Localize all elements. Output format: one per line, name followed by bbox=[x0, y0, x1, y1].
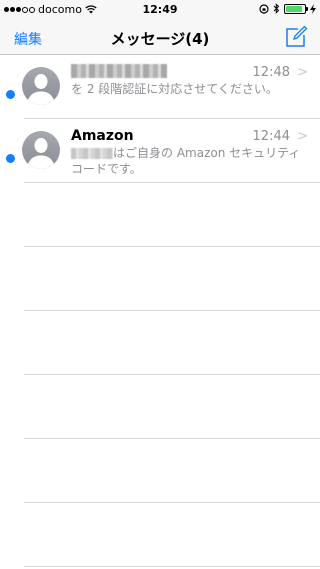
redacted-code bbox=[71, 148, 113, 159]
charging-icon bbox=[310, 3, 316, 14]
unread-indicator bbox=[6, 154, 15, 163]
empty-row bbox=[0, 247, 320, 311]
chevron-right-icon: > bbox=[297, 65, 308, 80]
compose-icon[interactable] bbox=[284, 25, 308, 49]
navigation-bar: 編集 メッセージ(4) bbox=[0, 20, 320, 55]
empty-row bbox=[0, 183, 320, 247]
empty-row bbox=[0, 311, 320, 375]
bluetooth-icon bbox=[273, 3, 280, 14]
page-title: メッセージ(4) bbox=[110, 30, 210, 48]
message-time: 12:44 bbox=[252, 129, 290, 144]
orientation-lock-icon bbox=[259, 3, 269, 14]
message-row[interactable]: Amazon 12:44 > はご自身の Amazon セキュリティコードです。 bbox=[0, 119, 320, 183]
avatar-icon bbox=[22, 67, 60, 105]
sender-name: Amazon bbox=[71, 128, 134, 144]
message-time: 12:48 bbox=[252, 65, 290, 80]
empty-row bbox=[0, 375, 320, 439]
unread-indicator bbox=[6, 90, 15, 99]
message-list: 12:48 > を 2 段階認証に対応させてください。 Amazon 12:44… bbox=[0, 55, 320, 567]
status-icons bbox=[259, 3, 316, 14]
avatar-icon bbox=[22, 131, 60, 169]
battery-icon bbox=[284, 3, 308, 14]
message-row[interactable]: 12:48 > を 2 段階認証に対応させてください。 bbox=[0, 55, 320, 119]
empty-row bbox=[0, 503, 320, 567]
row-divider bbox=[24, 566, 320, 567]
sender-name-redacted bbox=[71, 64, 167, 78]
message-preview-container: はご自身の Amazon セキュリティコードです。 bbox=[71, 145, 309, 177]
message-preview: を 2 段階認証に対応させてください。 bbox=[71, 82, 278, 96]
empty-row bbox=[0, 439, 320, 503]
status-bar: docomo 12:49 bbox=[0, 0, 320, 20]
chevron-right-icon: > bbox=[297, 129, 308, 144]
